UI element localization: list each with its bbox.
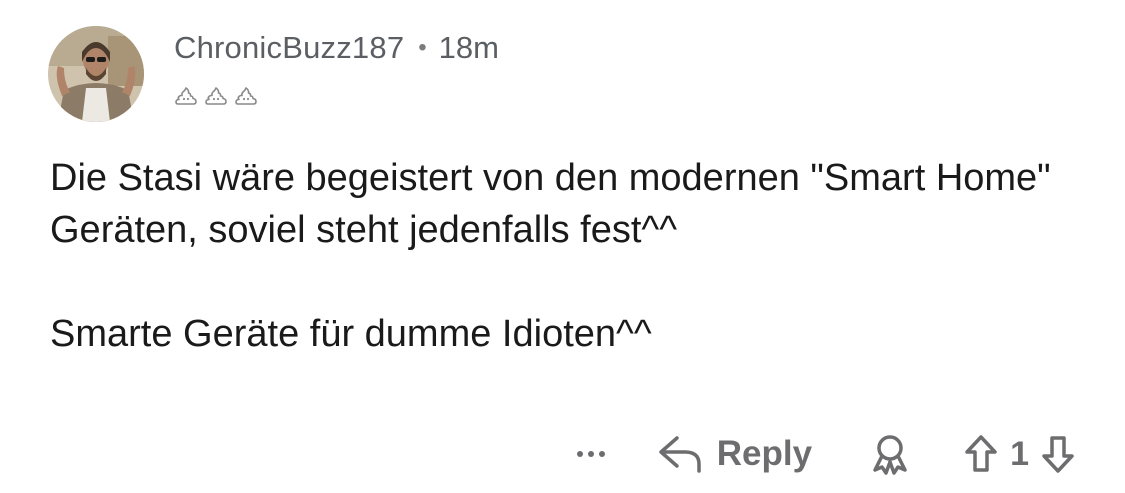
more-button[interactable] [576, 451, 605, 457]
separator-dot: • [418, 34, 427, 61]
comment-paragraph: Smarte Geräte für dumme Idioten^^ [50, 313, 652, 355]
comment-meta: ChronicBuzz187 • 18m [174, 28, 499, 68]
poop-icon [175, 87, 197, 105]
comment: ChronicBuzz187 • 18m Die Stasi wäre bege… [0, 0, 1125, 493]
award-icon [873, 435, 907, 475]
more-icon [576, 451, 583, 457]
reply-label: Reply [716, 434, 813, 473]
comment-paragraph: Die Stasi wäre begeistert von den modern… [50, 157, 1051, 251]
avatar[interactable] [48, 26, 144, 122]
comment-actions: Reply 1 [576, 426, 1075, 482]
comment-body: Die Stasi wäre begeistert von den modern… [50, 152, 1090, 360]
avatar-image [48, 26, 144, 122]
award-button[interactable] [868, 432, 912, 476]
timestamp: 18m [438, 30, 499, 65]
vote-count: 1 [1010, 434, 1029, 473]
poop-icon [205, 87, 227, 105]
username[interactable]: ChronicBuzz187 [174, 30, 404, 66]
upvote-arrow-icon[interactable] [964, 434, 998, 474]
reply-button[interactable]: Reply [657, 434, 812, 474]
downvote-arrow-icon[interactable] [1041, 434, 1075, 474]
poop-icon [235, 87, 257, 105]
vote-controls: 1 [964, 434, 1075, 474]
flair-icons [174, 84, 258, 108]
reply-arrow-icon [659, 436, 701, 473]
